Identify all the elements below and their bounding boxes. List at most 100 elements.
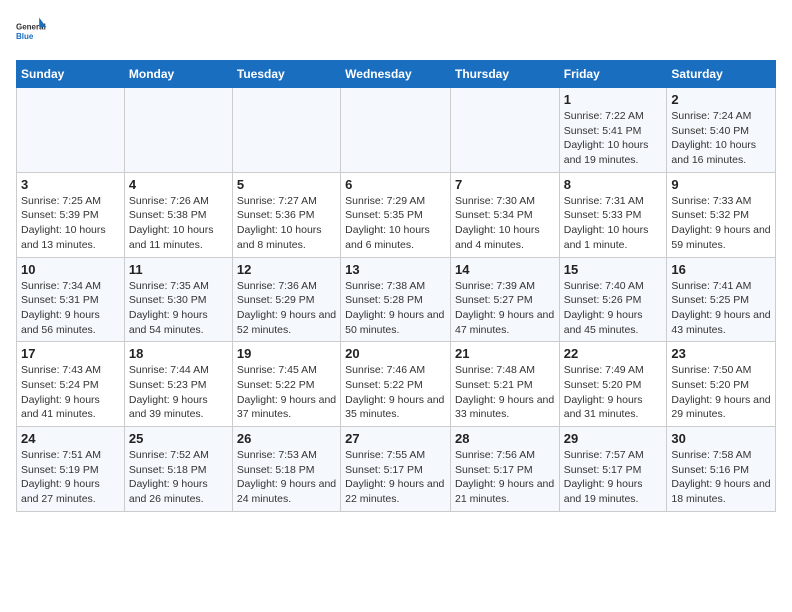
day-info: Sunrise: 7:38 AM Sunset: 5:28 PM Dayligh… — [345, 279, 446, 338]
day-info: Sunrise: 7:58 AM Sunset: 5:16 PM Dayligh… — [671, 448, 771, 507]
calendar-body: 1 Sunrise: 7:22 AM Sunset: 5:41 PM Daylig… — [17, 88, 776, 512]
day-info: Sunrise: 7:55 AM Sunset: 5:17 PM Dayligh… — [345, 448, 446, 507]
day-info: Sunrise: 7:43 AM Sunset: 5:24 PM Dayligh… — [21, 363, 120, 422]
calendar-cell: 10 Sunrise: 7:34 AM Sunset: 5:31 PM Dayli… — [17, 257, 125, 342]
day-info: Sunrise: 7:46 AM Sunset: 5:22 PM Dayligh… — [345, 363, 446, 422]
calendar-cell — [232, 88, 340, 173]
day-info: Sunrise: 7:53 AM Sunset: 5:18 PM Dayligh… — [237, 448, 336, 507]
day-number: 26 — [237, 431, 336, 446]
day-info: Sunrise: 7:49 AM Sunset: 5:20 PM Dayligh… — [564, 363, 663, 422]
day-info: Sunrise: 7:31 AM Sunset: 5:33 PM Dayligh… — [564, 194, 663, 253]
calendar-cell: 13 Sunrise: 7:38 AM Sunset: 5:28 PM Dayli… — [341, 257, 451, 342]
calendar-cell: 2 Sunrise: 7:24 AM Sunset: 5:40 PM Daylig… — [667, 88, 776, 173]
day-info: Sunrise: 7:52 AM Sunset: 5:18 PM Dayligh… — [129, 448, 228, 507]
calendar-cell: 26 Sunrise: 7:53 AM Sunset: 5:18 PM Dayli… — [232, 427, 340, 512]
day-info: Sunrise: 7:24 AM Sunset: 5:40 PM Dayligh… — [671, 109, 771, 168]
day-number: 4 — [129, 177, 228, 192]
calendar-cell: 29 Sunrise: 7:57 AM Sunset: 5:17 PM Dayli… — [559, 427, 667, 512]
calendar-cell: 14Sunrise: 7:39 AM Sunset: 5:27 PM Dayli… — [450, 257, 559, 342]
day-number: 14 — [455, 262, 555, 277]
calendar-header-row: SundayMondayTuesdayWednesdayThursdayFrid… — [17, 61, 776, 88]
calendar-cell: 7Sunrise: 7:30 AM Sunset: 5:34 PM Daylig… — [450, 172, 559, 257]
column-header-thursday: Thursday — [450, 61, 559, 88]
calendar-cell: 23Sunrise: 7:50 AM Sunset: 5:20 PM Dayli… — [667, 342, 776, 427]
calendar-cell: 21 Sunrise: 7:48 AM Sunset: 5:21 PM Dayli… — [450, 342, 559, 427]
calendar-cell: 28 Sunrise: 7:56 AM Sunset: 5:17 PM Dayli… — [450, 427, 559, 512]
calendar-cell: 6Sunrise: 7:29 AM Sunset: 5:35 PM Daylig… — [341, 172, 451, 257]
day-info: Sunrise: 7:56 AM Sunset: 5:17 PM Dayligh… — [455, 448, 555, 507]
day-info: Sunrise: 7:34 AM Sunset: 5:31 PM Dayligh… — [21, 279, 120, 338]
calendar-cell: 4 Sunrise: 7:26 AM Sunset: 5:38 PM Daylig… — [124, 172, 232, 257]
day-number: 10 — [21, 262, 120, 277]
day-info: Sunrise: 7:25 AM Sunset: 5:39 PM Dayligh… — [21, 194, 120, 253]
day-number: 22 — [564, 346, 663, 361]
day-info: Sunrise: 7:40 AM Sunset: 5:26 PM Dayligh… — [564, 279, 663, 338]
day-info: Sunrise: 7:48 AM Sunset: 5:21 PM Dayligh… — [455, 363, 555, 422]
calendar-cell: 20 Sunrise: 7:46 AM Sunset: 5:22 PM Dayli… — [341, 342, 451, 427]
column-header-tuesday: Tuesday — [232, 61, 340, 88]
calendar-cell: 3 Sunrise: 7:25 AM Sunset: 5:39 PM Daylig… — [17, 172, 125, 257]
calendar-cell: 22 Sunrise: 7:49 AM Sunset: 5:20 PM Dayli… — [559, 342, 667, 427]
day-info: Sunrise: 7:26 AM Sunset: 5:38 PM Dayligh… — [129, 194, 228, 253]
column-header-friday: Friday — [559, 61, 667, 88]
day-number: 18 — [129, 346, 228, 361]
day-number: 3 — [21, 177, 120, 192]
calendar-week-2: 3 Sunrise: 7:25 AM Sunset: 5:39 PM Daylig… — [17, 172, 776, 257]
logo-icon: GeneralBlue — [16, 16, 48, 48]
day-number: 13 — [345, 262, 446, 277]
day-number: 20 — [345, 346, 446, 361]
day-number: 8 — [564, 177, 663, 192]
calendar-cell: 30 Sunrise: 7:58 AM Sunset: 5:16 PM Dayli… — [667, 427, 776, 512]
day-number: 2 — [671, 92, 771, 107]
calendar-week-3: 10 Sunrise: 7:34 AM Sunset: 5:31 PM Dayli… — [17, 257, 776, 342]
day-number: 5 — [237, 177, 336, 192]
day-info: Sunrise: 7:41 AM Sunset: 5:25 PM Dayligh… — [671, 279, 771, 338]
day-info: Sunrise: 7:35 AM Sunset: 5:30 PM Dayligh… — [129, 279, 228, 338]
day-info: Sunrise: 7:33 AM Sunset: 5:32 PM Dayligh… — [671, 194, 771, 253]
calendar-cell: 24 Sunrise: 7:51 AM Sunset: 5:19 PM Dayli… — [17, 427, 125, 512]
day-number: 12 — [237, 262, 336, 277]
calendar-cell: 25Sunrise: 7:52 AM Sunset: 5:18 PM Dayli… — [124, 427, 232, 512]
day-number: 16 — [671, 262, 771, 277]
column-header-monday: Monday — [124, 61, 232, 88]
calendar-cell: 5 Sunrise: 7:27 AM Sunset: 5:36 PM Daylig… — [232, 172, 340, 257]
svg-text:Blue: Blue — [16, 32, 34, 41]
day-number: 30 — [671, 431, 771, 446]
day-info: Sunrise: 7:50 AM Sunset: 5:20 PM Dayligh… — [671, 363, 771, 422]
logo: GeneralBlue — [16, 16, 48, 48]
calendar-cell: 1 Sunrise: 7:22 AM Sunset: 5:41 PM Daylig… — [559, 88, 667, 173]
day-info: Sunrise: 7:27 AM Sunset: 5:36 PM Dayligh… — [237, 194, 336, 253]
calendar-cell: 12Sunrise: 7:36 AM Sunset: 5:29 PM Dayli… — [232, 257, 340, 342]
page-header: GeneralBlue — [16, 16, 776, 48]
day-number: 29 — [564, 431, 663, 446]
calendar-cell: 27 Sunrise: 7:55 AM Sunset: 5:17 PM Dayli… — [341, 427, 451, 512]
day-info: Sunrise: 7:57 AM Sunset: 5:17 PM Dayligh… — [564, 448, 663, 507]
day-number: 27 — [345, 431, 446, 446]
column-header-sunday: Sunday — [17, 61, 125, 88]
day-number: 17 — [21, 346, 120, 361]
calendar-cell: 8 Sunrise: 7:31 AM Sunset: 5:33 PM Daylig… — [559, 172, 667, 257]
calendar-cell: 11 Sunrise: 7:35 AM Sunset: 5:30 PM Dayli… — [124, 257, 232, 342]
day-info: Sunrise: 7:51 AM Sunset: 5:19 PM Dayligh… — [21, 448, 120, 507]
day-info: Sunrise: 7:30 AM Sunset: 5:34 PM Dayligh… — [455, 194, 555, 253]
day-number: 28 — [455, 431, 555, 446]
day-number: 11 — [129, 262, 228, 277]
column-header-wednesday: Wednesday — [341, 61, 451, 88]
day-info: Sunrise: 7:44 AM Sunset: 5:23 PM Dayligh… — [129, 363, 228, 422]
calendar-cell: 16 Sunrise: 7:41 AM Sunset: 5:25 PM Dayli… — [667, 257, 776, 342]
day-number: 19 — [237, 346, 336, 361]
calendar-cell — [17, 88, 125, 173]
calendar-week-5: 24 Sunrise: 7:51 AM Sunset: 5:19 PM Dayli… — [17, 427, 776, 512]
day-number: 21 — [455, 346, 555, 361]
column-header-saturday: Saturday — [667, 61, 776, 88]
calendar-cell: 9Sunrise: 7:33 AM Sunset: 5:32 PM Daylig… — [667, 172, 776, 257]
calendar-cell: 19 Sunrise: 7:45 AM Sunset: 5:22 PM Dayli… — [232, 342, 340, 427]
day-info: Sunrise: 7:22 AM Sunset: 5:41 PM Dayligh… — [564, 109, 663, 168]
day-number: 1 — [564, 92, 663, 107]
day-info: Sunrise: 7:45 AM Sunset: 5:22 PM Dayligh… — [237, 363, 336, 422]
calendar-cell: 17 Sunrise: 7:43 AM Sunset: 5:24 PM Dayli… — [17, 342, 125, 427]
calendar-cell — [450, 88, 559, 173]
calendar-cell: 15Sunrise: 7:40 AM Sunset: 5:26 PM Dayli… — [559, 257, 667, 342]
day-number: 24 — [21, 431, 120, 446]
calendar-week-1: 1 Sunrise: 7:22 AM Sunset: 5:41 PM Daylig… — [17, 88, 776, 173]
